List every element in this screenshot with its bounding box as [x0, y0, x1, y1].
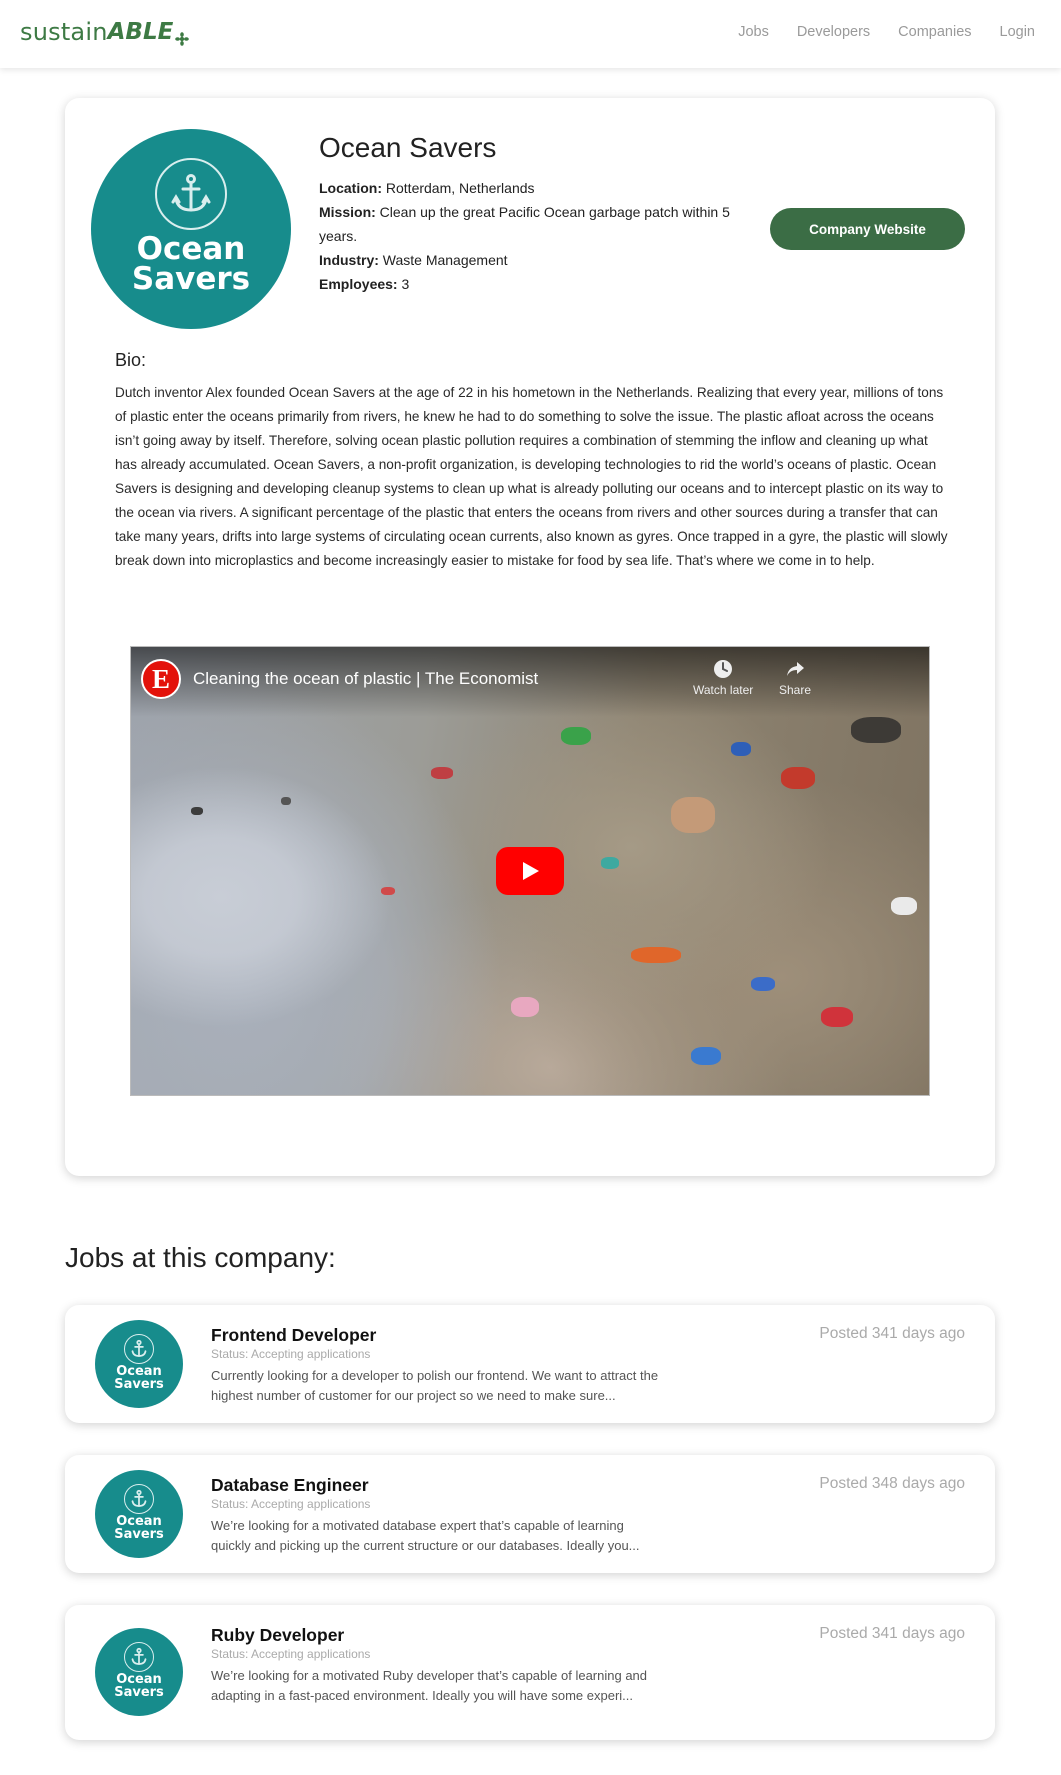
logo-word-ocean: Ocean: [116, 1671, 162, 1687]
job-posted-date: Posted 341 days ago: [819, 1625, 965, 1642]
location-value: Rotterdam, Netherlands: [385, 180, 535, 196]
bio-title: Bio:: [115, 350, 147, 370]
mission-row: Mission: Clean up the great Pacific Ocea…: [319, 200, 769, 248]
play-icon: [523, 862, 539, 880]
clock-icon: [714, 660, 733, 678]
industry-row: Industry: Waste Management: [319, 248, 769, 272]
employees-label: Employees:: [319, 276, 398, 292]
navbar: sustain ABLE Jobs Developers Companies L…: [0, 0, 1061, 68]
video-title[interactable]: Cleaning the ocean of plastic | The Econ…: [193, 669, 538, 689]
logo-word-ocean: Ocean: [136, 231, 246, 267]
industry-label: Industry:: [319, 252, 379, 268]
nav-link-login[interactable]: Login: [1000, 24, 1035, 40]
employees-row: Employees: 3: [319, 272, 769, 296]
job-card[interactable]: Ocean Savers Frontend Developer Status: …: [65, 1305, 995, 1423]
job-card[interactable]: Ocean Savers Ruby Developer Status: Acce…: [65, 1605, 995, 1740]
logo-word-savers: Savers: [114, 1684, 164, 1700]
job-description: We’re looking for a motivated database e…: [211, 1518, 640, 1553]
share-button[interactable]: Share: [779, 659, 811, 697]
jobs-heading: Jobs at this company:: [65, 1242, 336, 1273]
watch-later-button[interactable]: Watch later: [693, 659, 753, 697]
job-title[interactable]: Ruby Developer: [211, 1625, 344, 1646]
logo-text-bold: ABLE: [107, 19, 174, 45]
job-company-logo: Ocean Savers: [95, 1628, 183, 1716]
anchor-icon: [124, 1641, 154, 1672]
logo-word-savers: Savers: [131, 261, 251, 297]
share-icon: [787, 662, 805, 676]
video-embed[interactable]: E Cleaning the ocean of plastic | The Ec…: [130, 646, 930, 1096]
company-website-button[interactable]: Company Website: [770, 208, 965, 250]
job-posted-date: Posted 341 days ago: [819, 1325, 965, 1342]
bio-text: Dutch inventor Alex founded Ocean Savers…: [115, 385, 948, 568]
economist-channel-icon[interactable]: E: [141, 659, 181, 699]
logo-word-savers: Savers: [114, 1376, 164, 1392]
job-title[interactable]: Database Engineer: [211, 1475, 369, 1496]
job-status: Status: Accepting applications: [211, 1647, 371, 1661]
job-posted-date: Posted 348 days ago: [819, 1475, 965, 1492]
nav-link-jobs[interactable]: Jobs: [738, 24, 769, 40]
job-card[interactable]: Ocean Savers Database Engineer Status: A…: [65, 1455, 995, 1573]
anchor-icon: [124, 1483, 154, 1514]
company-profile-card: Ocean Savers Ocean Savers Location: Rott…: [65, 98, 995, 1176]
location-label: Location:: [319, 180, 382, 196]
company-info: Location: Rotterdam, Netherlands Mission…: [319, 176, 769, 296]
industry-value: Waste Management: [382, 252, 508, 268]
location-row: Location: Rotterdam, Netherlands: [319, 176, 769, 200]
watch-later-label: Watch later: [693, 683, 754, 697]
employees-value: 3: [401, 276, 410, 292]
logo-word-ocean: Ocean: [116, 1513, 162, 1529]
sustainable-logo[interactable]: sustain ABLE: [20, 14, 190, 50]
job-company-logo: Ocean Savers: [95, 1320, 183, 1408]
job-status: Status: Accepting applications: [211, 1497, 371, 1511]
nav-link-developers[interactable]: Developers: [797, 24, 870, 40]
company-logo: Ocean Savers: [91, 129, 291, 329]
leaf-icon: [175, 32, 190, 46]
share-label: Share: [779, 683, 812, 697]
job-status: Status: Accepting applications: [211, 1347, 371, 1361]
job-company-logo: Ocean Savers: [95, 1470, 183, 1558]
job-description: Currently looking for a developer to pol…: [211, 1368, 659, 1403]
logo-text-light: sustain: [20, 18, 108, 46]
logo-word-ocean: Ocean: [116, 1363, 162, 1379]
company-name: Ocean Savers: [319, 132, 497, 163]
logo-word-savers: Savers: [114, 1526, 164, 1542]
anchor-icon: [124, 1333, 154, 1364]
job-description: We’re looking for a motivated Ruby devel…: [211, 1668, 648, 1703]
play-button[interactable]: [496, 847, 564, 895]
nav-link-companies[interactable]: Companies: [898, 24, 971, 40]
nav-links: Jobs Developers Companies Login: [738, 24, 1035, 40]
anchor-icon: [155, 158, 227, 230]
job-title[interactable]: Frontend Developer: [211, 1325, 376, 1346]
mission-value: Clean up the great Pacific Ocean garbage…: [319, 204, 730, 244]
mission-label: Mission:: [319, 204, 376, 220]
